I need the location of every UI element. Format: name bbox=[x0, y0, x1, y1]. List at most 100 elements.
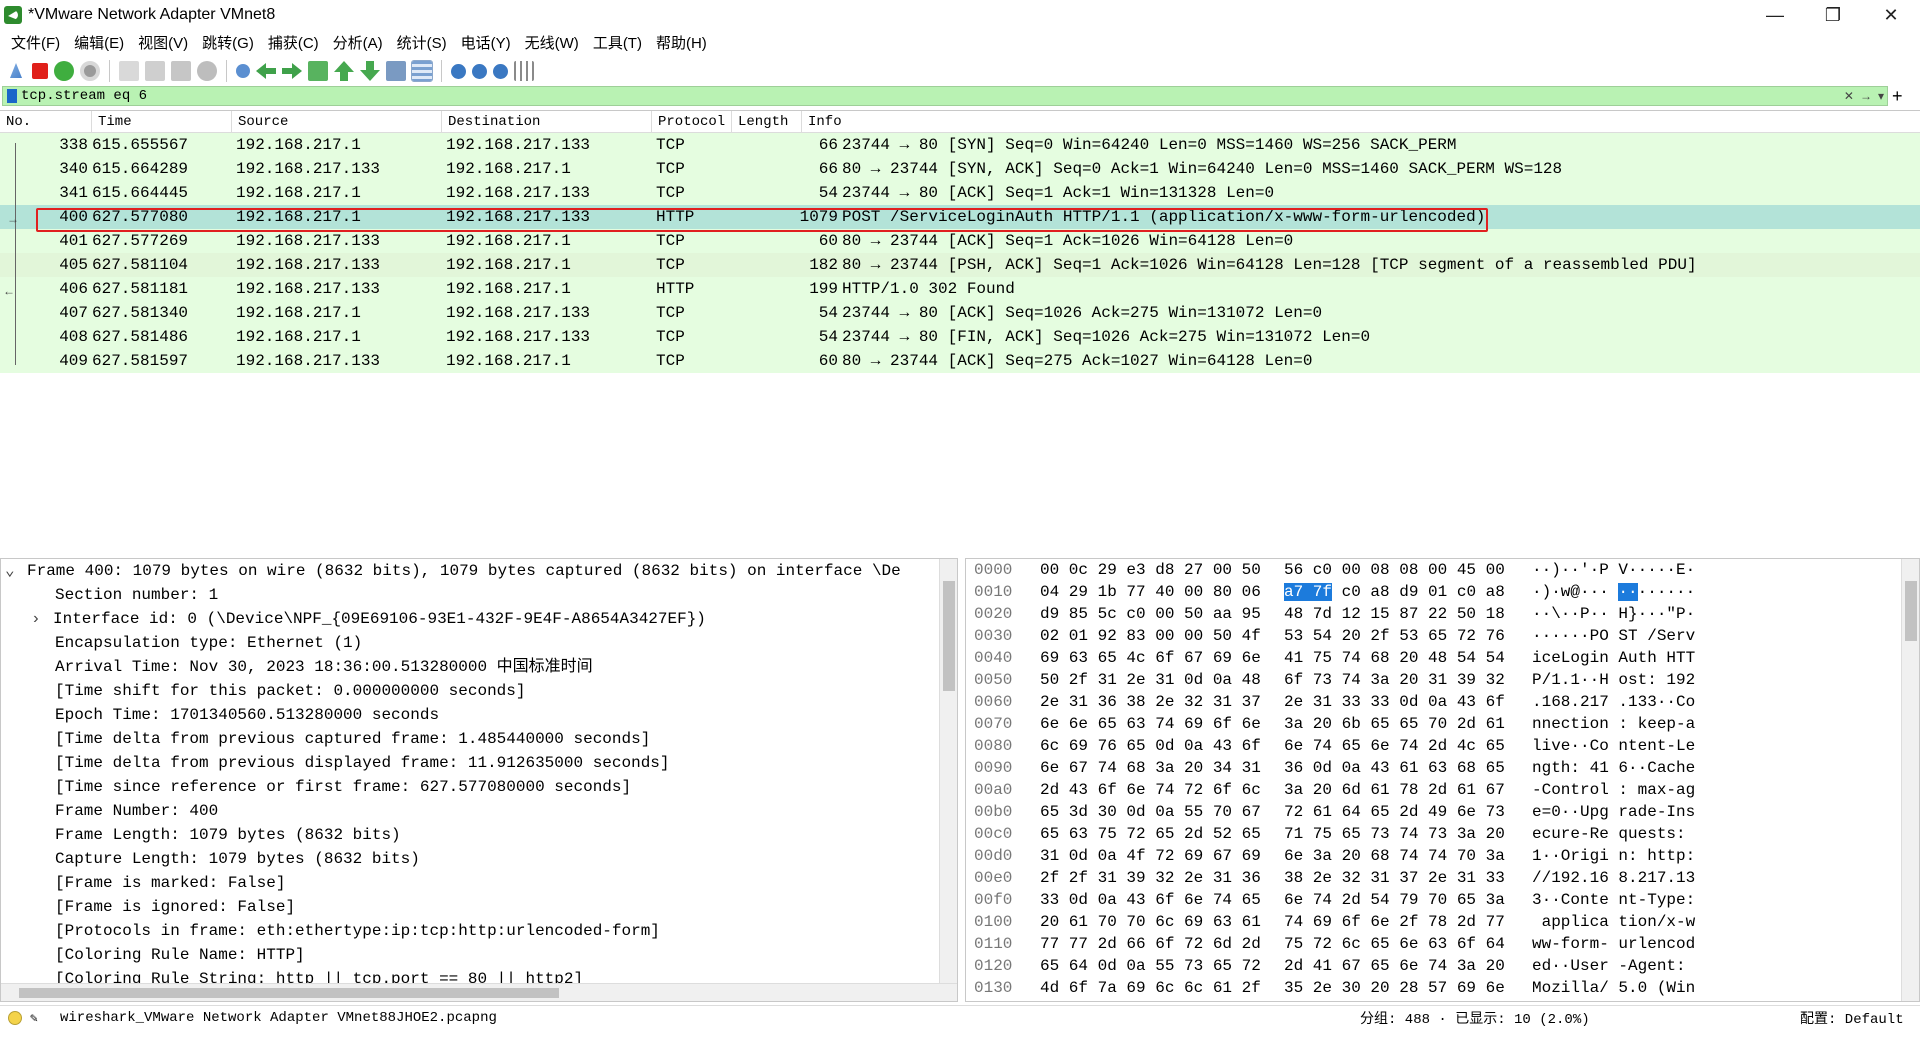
packet-row[interactable]: 338 615.655567 192.168.217.1 192.168.217… bbox=[0, 133, 1920, 157]
minimize-button[interactable]: — bbox=[1746, 0, 1804, 30]
bytes-row[interactable]: 0050 50 2f 31 2e 31 0d 0a 48 6f 73 74 3a 2… bbox=[966, 669, 1919, 691]
bytes-row[interactable]: 0130 4d 6f 7a 69 6c 6c 61 2f 35 2e 30 20 2… bbox=[966, 977, 1919, 999]
bytes-vertical-scrollbar[interactable] bbox=[1901, 559, 1919, 1001]
bytes-row[interactable]: 0100 20 61 70 70 6c 69 63 61 74 69 6f 6e 2… bbox=[966, 911, 1919, 933]
column-header-no[interactable]: No. bbox=[0, 110, 92, 133]
bytes-row[interactable]: 00f0 33 0d 0a 43 6f 6e 74 65 6e 74 2d 54 7… bbox=[966, 889, 1919, 911]
packet-row[interactable]: 408 627.581486 192.168.217.1 192.168.217… bbox=[0, 325, 1920, 349]
detail-line[interactable]: [Time delta from previous captured frame… bbox=[1, 727, 957, 751]
bookmark-icon[interactable] bbox=[7, 89, 17, 103]
detail-line[interactable]: Capture Length: 1079 bytes (8632 bits) bbox=[1, 847, 957, 871]
detail-line[interactable]: [Time since reference or first frame: 62… bbox=[1, 775, 957, 799]
detail-line[interactable]: [Time shift for this packet: 0.000000000… bbox=[1, 679, 957, 703]
close-file-icon[interactable] bbox=[171, 61, 191, 81]
colorize-icon[interactable] bbox=[411, 60, 433, 82]
packet-row[interactable]: 341 615.664445 192.168.217.1 192.168.217… bbox=[0, 181, 1920, 205]
packet-row[interactable]: 340 615.664289 192.168.217.133 192.168.2… bbox=[0, 157, 1920, 181]
start-capture-icon[interactable] bbox=[10, 63, 22, 78]
add-filter-button[interactable]: + bbox=[1892, 86, 1903, 107]
menu-analyze[interactable]: 分析(A) bbox=[326, 32, 390, 53]
column-header-source[interactable]: Source bbox=[232, 110, 442, 133]
detail-line[interactable]: Epoch Time: 1701340560.513280000 seconds bbox=[1, 703, 957, 727]
zoom-out-icon[interactable] bbox=[472, 63, 487, 79]
column-header-destination[interactable]: Destination bbox=[442, 110, 652, 133]
menu-help[interactable]: 帮助(H) bbox=[649, 32, 714, 53]
menu-view[interactable]: 视图(V) bbox=[131, 32, 195, 53]
detail-line[interactable]: [Coloring Rule Name: HTTP] bbox=[1, 943, 957, 967]
resize-columns-icon[interactable] bbox=[514, 61, 534, 81]
packet-row[interactable]: 409 627.581597 192.168.217.133 192.168.2… bbox=[0, 349, 1920, 373]
detail-line[interactable]: Encapsulation type: Ethernet (1) bbox=[1, 631, 957, 655]
go-forward-icon[interactable] bbox=[282, 63, 302, 79]
column-header-info[interactable]: Info bbox=[802, 111, 1920, 133]
bytes-row[interactable]: 00c0 65 63 75 72 65 2d 52 65 71 75 65 73 7… bbox=[966, 823, 1919, 845]
menu-edit[interactable]: 编辑(E) bbox=[67, 32, 131, 53]
bytes-row[interactable]: 0020 d9 85 5c c0 00 50 aa 95 48 7d 12 15 8… bbox=[966, 603, 1919, 625]
zoom-reset-icon[interactable] bbox=[493, 63, 508, 79]
go-to-packet-icon[interactable] bbox=[308, 61, 328, 81]
packet-row[interactable]: 406 627.581181 192.168.217.133 192.168.2… bbox=[0, 277, 1920, 301]
bytes-row[interactable]: 0070 6e 6e 65 63 74 69 6f 6e 3a 20 6b 65 6… bbox=[966, 713, 1919, 735]
go-back-icon[interactable] bbox=[256, 63, 276, 79]
go-first-icon[interactable] bbox=[334, 61, 354, 81]
packet-row[interactable]: 407 627.581340 192.168.217.1 192.168.217… bbox=[0, 301, 1920, 325]
detail-line[interactable]: Frame Length: 1079 bytes (8632 bits) bbox=[1, 823, 957, 847]
menu-file[interactable]: 文件(F) bbox=[4, 32, 67, 53]
menu-go[interactable]: 跳转(G) bbox=[195, 32, 261, 53]
packet-row[interactable]: 405 627.581104 192.168.217.133 192.168.2… bbox=[0, 253, 1920, 277]
detail-frame-summary[interactable]: ⌄ Frame 400: 1079 bytes on wire (8632 bit… bbox=[1, 559, 957, 583]
display-filter-input[interactable]: tcp.stream eq 6 bbox=[21, 88, 1841, 104]
scrollbar-thumb[interactable] bbox=[943, 581, 955, 691]
go-last-icon[interactable] bbox=[360, 61, 380, 81]
detail-line[interactable]: [Time delta from previous displayed fram… bbox=[1, 751, 957, 775]
bytes-row[interactable]: 00e0 2f 2f 31 39 32 2e 31 36 38 2e 32 31 3… bbox=[966, 867, 1919, 889]
detail-line[interactable]: [Frame is ignored: False] bbox=[1, 895, 957, 919]
expert-info-icon[interactable] bbox=[8, 1010, 22, 1025]
detail-line[interactable]: Section number: 1 bbox=[1, 583, 957, 607]
bytes-row[interactable]: 0010 04 29 1b 77 40 00 80 06 a7 7f c0 a8 d… bbox=[966, 581, 1919, 603]
capture-options-icon[interactable] bbox=[80, 61, 100, 81]
detail-line[interactable]: Frame Number: 400 bbox=[1, 799, 957, 823]
scrollbar-thumb[interactable] bbox=[1905, 581, 1917, 641]
capture-comment-icon[interactable]: ✎ bbox=[30, 1011, 46, 1026]
collapse-chevron-icon[interactable]: ⌄ bbox=[5, 559, 27, 583]
column-header-protocol[interactable]: Protocol bbox=[652, 110, 732, 133]
scrollbar-thumb[interactable] bbox=[19, 988, 559, 998]
expand-chevron-icon[interactable]: › bbox=[31, 607, 53, 631]
column-header-time[interactable]: Time bbox=[92, 110, 232, 133]
column-header-length[interactable]: Length bbox=[732, 110, 802, 133]
menu-telephony[interactable]: 电话(Y) bbox=[454, 32, 518, 53]
bytes-row[interactable]: 00b0 65 3d 30 0d 0a 55 70 67 72 61 64 65 2… bbox=[966, 801, 1919, 823]
detail-line[interactable]: Arrival Time: Nov 30, 2023 18:36:00.5132… bbox=[1, 655, 957, 679]
apply-filter-icon[interactable]: → bbox=[1857, 89, 1875, 103]
profile-selector[interactable]: 配置: Default bbox=[1800, 1008, 1904, 1028]
zoom-in-icon[interactable] bbox=[451, 63, 466, 79]
detail-line[interactable]: [Frame is marked: False] bbox=[1, 871, 957, 895]
bytes-row[interactable]: 0000 00 0c 29 e3 d8 27 00 50 56 c0 00 08 0… bbox=[966, 559, 1919, 581]
details-vertical-scrollbar[interactable] bbox=[939, 559, 957, 1001]
autoscroll-icon[interactable] bbox=[386, 61, 406, 81]
bytes-row[interactable]: 0110 77 77 2d 66 6f 72 6d 2d 75 72 6c 65 6… bbox=[966, 933, 1919, 955]
close-button[interactable]: ✕ bbox=[1862, 0, 1920, 30]
menu-capture[interactable]: 捕获(C) bbox=[261, 32, 326, 53]
bytes-row[interactable]: 0090 6e 67 74 68 3a 20 34 31 36 0d 0a 43 6… bbox=[966, 757, 1919, 779]
details-horizontal-scrollbar[interactable] bbox=[1, 983, 957, 1001]
bytes-row[interactable]: 0120 65 64 0d 0a 55 73 65 72 2d 41 67 65 6… bbox=[966, 955, 1919, 977]
detail-line-expandable[interactable]: › Interface id: 0 (\Device\NPF_{09E69106-… bbox=[1, 607, 957, 631]
bytes-row[interactable]: 00d0 31 0d 0a 4f 72 69 67 69 6e 3a 20 68 7… bbox=[966, 845, 1919, 867]
find-packet-icon[interactable] bbox=[236, 64, 250, 78]
save-file-icon[interactable] bbox=[145, 61, 165, 81]
maximize-button[interactable]: ❐ bbox=[1804, 0, 1862, 30]
filter-history-dropdown-icon[interactable]: ▾ bbox=[1875, 89, 1887, 103]
bytes-row[interactable]: 0060 2e 31 36 38 2e 32 31 37 2e 31 33 33 0… bbox=[966, 691, 1919, 713]
open-file-icon[interactable] bbox=[119, 61, 139, 81]
menu-wireless[interactable]: 无线(W) bbox=[518, 32, 586, 53]
menu-tools[interactable]: 工具(T) bbox=[586, 32, 649, 53]
reload-icon[interactable] bbox=[197, 61, 217, 81]
bytes-row[interactable]: 0030 02 01 92 83 00 00 50 4f 53 54 20 2f 5… bbox=[966, 625, 1919, 647]
bytes-row[interactable]: 0080 6c 69 76 65 0d 0a 43 6f 6e 74 65 6e 7… bbox=[966, 735, 1919, 757]
restart-capture-icon[interactable] bbox=[54, 61, 74, 81]
stop-capture-icon[interactable] bbox=[32, 63, 48, 79]
menu-statistics[interactable]: 统计(S) bbox=[390, 32, 454, 53]
bytes-row[interactable]: 00a0 2d 43 6f 6e 74 72 6f 6c 3a 20 6d 61 7… bbox=[966, 779, 1919, 801]
